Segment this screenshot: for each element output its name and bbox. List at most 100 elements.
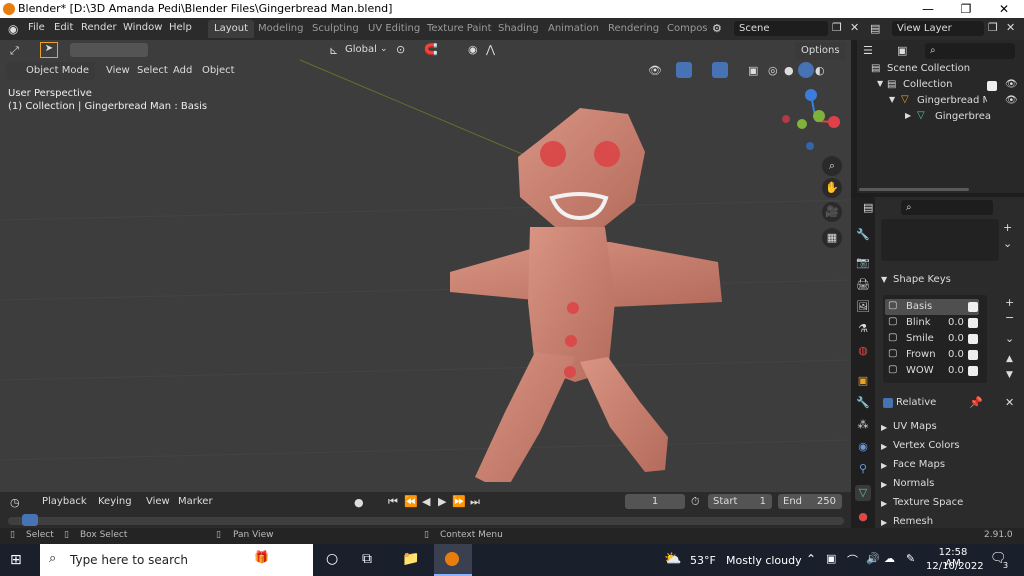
pen-icon[interactable]: ✎	[906, 552, 915, 565]
section-face-maps[interactable]: Face Maps	[893, 459, 945, 470]
particles-tab-icon[interactable]: ⁂	[855, 417, 871, 433]
solid-shading-icon[interactable]: ●	[784, 64, 794, 77]
rendered-shading-icon[interactable]: ◐	[815, 64, 825, 77]
tray-overflow-icon[interactable]: ⌃	[806, 552, 816, 566]
view-layer-icon[interactable]: ▤	[870, 22, 880, 35]
shape-key-value[interactable]: 0.0	[948, 349, 964, 360]
tab-sculpting[interactable]: Sculpting	[306, 20, 365, 38]
close-window-button[interactable]: ✕	[984, 0, 1024, 18]
tool-tab-icon[interactable]: 🔧	[855, 227, 871, 243]
meet-now-icon[interactable]: ▣	[826, 552, 836, 565]
start-frame-field[interactable]: Start 1	[708, 494, 772, 509]
transform-pivot-icon[interactable]: ⤢	[10, 44, 19, 58]
tab-shading[interactable]: Shading	[492, 20, 545, 38]
perspective-toggle-icon[interactable]: ▦	[822, 228, 842, 248]
view-layer-tab-icon[interactable]: 🖼	[855, 299, 871, 315]
select-tool-icon[interactable]: ➤	[40, 42, 58, 58]
clock-icon[interactable]: ◷	[10, 496, 20, 509]
clear-icon[interactable]: ✕	[1005, 396, 1014, 409]
data-tab-icon[interactable]: ▽	[855, 485, 871, 501]
remove-shape-key-icon[interactable]: −	[1005, 311, 1014, 324]
material-tab-icon[interactable]: ●	[855, 509, 871, 525]
scene-tab-icon[interactable]: ⚗	[855, 321, 871, 337]
tab-uv-editing[interactable]: UV Editing	[362, 20, 426, 38]
weather-icon[interactable]: ⛅	[664, 551, 681, 567]
selection-mode-icons[interactable]	[70, 43, 148, 57]
section-normals[interactable]: Normals	[893, 478, 934, 489]
zoom-icon[interactable]: ⌕	[822, 156, 842, 176]
scene-field[interactable]: Scene	[734, 21, 828, 36]
taskbar-search-box[interactable]: ⌕ Type here to search 🎁	[40, 544, 313, 576]
object-mode-dropdown[interactable]: Object Mode	[6, 62, 95, 80]
constraints-tab-icon[interactable]: ⚲	[855, 461, 871, 477]
view-layer-field[interactable]: View Layer	[892, 21, 984, 36]
blender-taskbar-icon[interactable]	[434, 544, 472, 576]
physics-tab-icon[interactable]: ◉	[855, 439, 871, 455]
snap-icon[interactable]: 🧲	[424, 43, 438, 56]
shape-key-checkbox[interactable]	[968, 334, 978, 345]
section-vertex-colors[interactable]: Vertex Colors	[893, 440, 960, 451]
jump-end-icon[interactable]: ⏭	[470, 495, 480, 509]
move-down-icon[interactable]: ▼	[1006, 370, 1013, 380]
outliner-filter-icon[interactable]: ▣	[897, 44, 907, 57]
shape-key-checkbox[interactable]	[968, 366, 978, 377]
keying-menu[interactable]: Keying	[92, 493, 138, 511]
wireframe-shading-icon[interactable]: ◎	[768, 64, 778, 77]
marker-menu[interactable]: Marker	[172, 493, 219, 511]
shape-key-checkbox[interactable]	[968, 302, 978, 313]
new-scene-icon[interactable]: ❐	[832, 21, 842, 34]
weather-desc[interactable]: Mostly cloudy	[726, 554, 802, 567]
outliner-scrollbar[interactable]	[859, 188, 969, 191]
shape-key-value[interactable]: 0.0	[948, 365, 964, 376]
overlay-toggle-icon[interactable]	[712, 62, 728, 78]
play-reverse-icon[interactable]: ◀	[422, 495, 430, 508]
outliner-search-input[interactable]: ⌕	[925, 43, 1015, 59]
vertex-groups-list[interactable]	[881, 219, 999, 261]
3d-viewport[interactable]: ⤢ ➤ ⊾ Global ⌄ ⊙ 🧲 ◉ ⋀ Options Object Mo…	[0, 40, 851, 492]
world-tab-icon[interactable]: ◍	[855, 343, 871, 359]
tab-animation[interactable]: Animation	[542, 20, 605, 38]
tab-compositing[interactable]: Compos	[661, 20, 707, 38]
onedrive-icon[interactable]: ☁	[884, 552, 895, 565]
proportional-edit-icon[interactable]: ◉	[468, 43, 478, 56]
gingerbread-man-model[interactable]	[430, 102, 730, 482]
shape-key-smile[interactable]: ▢ Smile 0.0	[885, 331, 979, 347]
jump-start-icon[interactable]: ⏮	[388, 495, 398, 509]
menu-file[interactable]: File	[28, 22, 45, 33]
volume-icon[interactable]: 🔊	[866, 552, 880, 565]
properties-search-input[interactable]: ⌕	[901, 200, 993, 215]
end-frame-field[interactable]: End 250	[778, 494, 842, 509]
relative-checkbox[interactable]	[883, 398, 893, 408]
record-icon[interactable]: ●	[354, 496, 364, 509]
navigation-gizmo[interactable]	[776, 86, 846, 156]
menu-render[interactable]: Render	[81, 22, 117, 33]
pin-icon[interactable]: 📌	[969, 396, 983, 409]
transform-orientation-dropdown[interactable]: Global	[345, 44, 377, 55]
add-shape-key-icon[interactable]: +	[1005, 296, 1014, 309]
shape-key-blink[interactable]: ▢ Blink 0.0	[885, 315, 979, 331]
jump-keyframe-forward-icon[interactable]: ⏩	[452, 495, 466, 508]
outliner-collection[interactable]: ▼ ▤ Collection 👁	[857, 78, 1024, 94]
eye-icon[interactable]: 👁	[1005, 79, 1018, 90]
gizmo-toggle-icon[interactable]	[676, 62, 692, 78]
tab-layout[interactable]: Layout	[208, 20, 254, 38]
menu-window[interactable]: Window	[123, 22, 162, 33]
taskbar-search-input[interactable]: Type here to search	[70, 553, 188, 567]
network-icon[interactable]: ⌒	[847, 552, 858, 568]
eye-icon[interactable]: 👁	[1005, 95, 1018, 106]
tab-rendering[interactable]: Rendering	[602, 20, 665, 38]
xray-toggle-icon[interactable]: ▣	[748, 64, 758, 77]
object-tab-icon[interactable]: ▣	[855, 373, 871, 389]
orientation-icon[interactable]: ⊾	[329, 44, 338, 57]
timeline-view-menu[interactable]: View	[140, 493, 176, 511]
move-up-icon[interactable]: ▲	[1006, 354, 1013, 364]
delete-scene-icon[interactable]: ✕	[850, 21, 859, 34]
outliner-mesh[interactable]: ▶ ▽ Gingerbread	[857, 110, 1024, 126]
scene-icon[interactable]: ⚙	[712, 22, 722, 35]
jump-keyframe-back-icon[interactable]: ⏪	[404, 495, 418, 508]
options-dropdown[interactable]: Options	[795, 42, 846, 60]
section-remesh[interactable]: Remesh	[893, 516, 933, 527]
add-vertex-group-icon[interactable]: +	[1003, 221, 1012, 234]
delete-view-layer-icon[interactable]: ✕	[1006, 21, 1015, 34]
weather-temp[interactable]: 53°F	[690, 554, 716, 567]
